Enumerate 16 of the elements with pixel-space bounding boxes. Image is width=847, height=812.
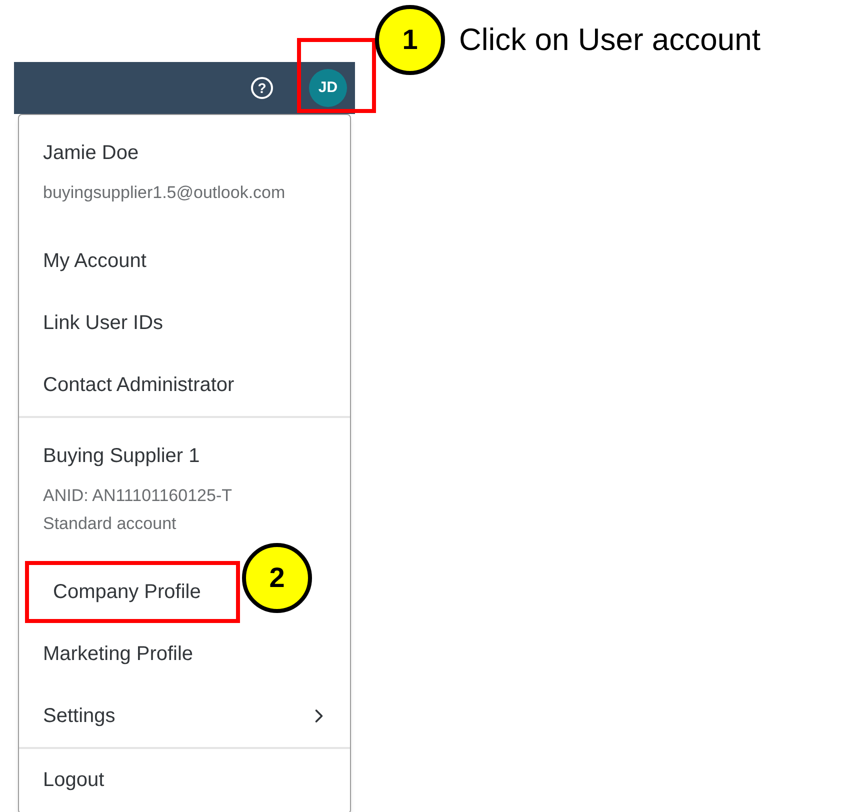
avatar[interactable]: JD [309,69,347,107]
menu-detail-text: buyingsupplier1.5@outlook.com [42,182,286,204]
menu-item[interactable]: Link User IDs [19,292,350,354]
menu-item[interactable]: Company Profile [25,561,240,623]
menu-item[interactable]: Logout [19,749,350,811]
menu-heading: Jamie Doe [42,141,140,166]
menu-detail-text: Standard account [42,513,178,536]
menu-item[interactable]: Marketing Profile [19,623,350,685]
menu-item[interactable]: My Account [19,230,350,292]
menu-item[interactable]: Settings [19,685,350,747]
menu-item[interactable]: Contact Administrator [19,354,350,416]
help-icon[interactable]: ? [251,77,273,99]
menu-detail-text: ANID: AN11101160125-T [42,485,234,508]
instruction-text: Click on User account [459,20,761,59]
step-number-badge: 1 [375,5,445,75]
menu-heading: Buying Supplier 1 [42,444,201,469]
